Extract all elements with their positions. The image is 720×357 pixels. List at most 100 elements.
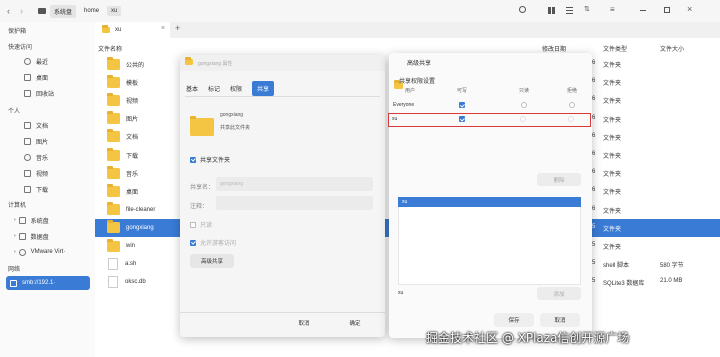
tab-xu[interactable]: xu xyxy=(95,22,170,38)
music-icon xyxy=(24,153,31,161)
back-button[interactable]: ‹ xyxy=(7,6,10,16)
user-list-item[interactable]: xu xyxy=(398,197,581,207)
minimize-icon[interactable] xyxy=(640,10,646,11)
sidebar-item-vmware[interactable]: › VMware Virt· xyxy=(0,245,94,259)
file-name: 下载 xyxy=(126,153,139,160)
permission-row-highlight[interactable]: xu xyxy=(388,113,591,127)
sidebar-item-smb[interactable]: smb://192.1· xyxy=(6,276,90,290)
write-checkbox[interactable] xyxy=(459,102,465,108)
sidebar-item-recent[interactable]: 最近 xyxy=(0,54,94,68)
write-checkbox[interactable] xyxy=(459,116,465,122)
permission-section-title: 共享权限设置 xyxy=(399,79,436,85)
grid-view-icon[interactable] xyxy=(548,7,555,14)
deny-radio[interactable] xyxy=(568,116,574,122)
breadcrumb-disk[interactable]: 系统盘 xyxy=(50,4,77,18)
sidebar-item-pictures[interactable]: 图片 xyxy=(0,134,94,148)
share-folder-checkbox[interactable]: 共享文件夹 xyxy=(190,155,230,164)
permission-header: 用户 可写 只读 拒绝 xyxy=(389,86,592,95)
column-header-size[interactable]: 文件大小 xyxy=(660,44,684,53)
save-button[interactable]: 保存 xyxy=(494,313,534,327)
folder-icon xyxy=(107,92,120,106)
properties-cancel-button[interactable]: 取消 xyxy=(279,317,329,329)
sidebar-item-documents[interactable]: 文档 xyxy=(0,118,94,132)
disk-icon xyxy=(18,232,26,240)
expand-arrow-icon[interactable]: › xyxy=(14,249,16,255)
tab-label: xu xyxy=(115,27,122,33)
checkbox-checked-icon xyxy=(190,239,196,246)
column-header-modified[interactable]: 修改日期 xyxy=(542,44,566,53)
file-modified: 6 xyxy=(592,60,596,66)
disk-icon xyxy=(38,8,46,14)
sidebar-item-data-disk[interactable]: › 数据盘 xyxy=(0,229,94,243)
sidebar-section-vault[interactable]: 保护箱 xyxy=(8,26,26,35)
sidebar-item-label: 最近 xyxy=(36,59,49,66)
sidebar-item-system-disk[interactable]: › 系统盘 xyxy=(0,213,94,227)
maximize-icon[interactable] xyxy=(664,7,670,13)
list-view-icon[interactable] xyxy=(566,7,573,14)
col-write: 可写 xyxy=(457,88,468,94)
properties-title: gongxiang 属性 xyxy=(198,61,233,67)
tab-tags[interactable]: 标记 xyxy=(208,84,220,93)
menu-icon[interactable]: ≡ xyxy=(610,5,615,14)
guest-access-checkbox[interactable]: 允许游客访问 xyxy=(190,238,236,247)
sidebar-item-trash[interactable]: 回收站 xyxy=(0,86,94,100)
delete-button[interactable]: 删除 xyxy=(537,173,581,186)
file-name: file-cleaner xyxy=(126,206,156,213)
file-modified: 6 xyxy=(592,96,596,103)
folder-icon xyxy=(107,202,120,216)
permission-row[interactable]: Everyone xyxy=(389,100,592,111)
tab-basic[interactable]: 基本 xyxy=(186,84,198,93)
folder-icon xyxy=(107,147,120,161)
search-icon[interactable] xyxy=(519,6,526,13)
sidebar-item-videos[interactable]: 视频 xyxy=(0,166,94,180)
add-tab-button[interactable]: + xyxy=(175,23,180,33)
column-header-type[interactable]: 文件类型 xyxy=(603,44,627,53)
add-button[interactable]: 添加 xyxy=(537,287,581,300)
read-radio[interactable] xyxy=(521,102,527,108)
tab-permissions[interactable]: 权限 xyxy=(230,84,242,93)
folder-icon xyxy=(107,56,120,70)
read-radio[interactable] xyxy=(520,116,526,122)
sidebar-item-music[interactable]: 音乐 xyxy=(0,150,94,164)
file-type: 文件夹 xyxy=(603,99,622,106)
readonly-checkbox[interactable]: 只读 xyxy=(190,220,212,229)
file-modified: 6 xyxy=(592,78,596,85)
share-name-input[interactable]: gongxiang xyxy=(216,177,373,191)
checkbox-label: 共享文件夹 xyxy=(200,158,231,164)
file-name: 文档 xyxy=(126,135,139,142)
properties-tab-divider xyxy=(185,96,380,97)
user-name: xu xyxy=(392,116,398,122)
file-name: 视频 xyxy=(126,98,139,105)
sidebar-item-desktop[interactable]: 桌面 xyxy=(0,70,94,84)
close-icon[interactable]: × xyxy=(687,4,692,14)
expand-arrow-icon[interactable]: › xyxy=(14,233,16,239)
tab-share[interactable]: 共享 xyxy=(252,81,275,96)
sort-icon[interactable]: ⇅ xyxy=(584,5,590,13)
file-icon xyxy=(108,276,118,289)
cancel-button[interactable]: 取消 xyxy=(540,313,580,327)
file-type: 文件夹 xyxy=(603,117,622,124)
folder-icon xyxy=(102,25,110,33)
sidebar-item-label: 图片 xyxy=(36,139,49,146)
tab-bar xyxy=(95,22,720,38)
user-input[interactable]: xu xyxy=(398,290,403,296)
forward-button[interactable]: › xyxy=(20,6,23,16)
sidebar-item-label: 桌面 xyxy=(36,75,49,82)
file-modified: 5 xyxy=(592,278,596,285)
comment-input[interactable] xyxy=(216,196,373,210)
sidebar-item-label: 系统盘 xyxy=(30,218,49,225)
folder-icon xyxy=(107,74,120,88)
sidebar-item-downloads[interactable]: 下载 xyxy=(0,182,94,196)
expand-arrow-icon[interactable]: › xyxy=(14,217,16,223)
breadcrumb-home[interactable]: home xyxy=(80,6,103,16)
column-header-name[interactable]: 文件名称 xyxy=(98,44,122,53)
breadcrumb-xu[interactable]: xu xyxy=(107,6,122,16)
tab-close-icon[interactable]: × xyxy=(161,25,165,32)
properties-ok-button[interactable]: 确定 xyxy=(330,317,380,329)
file-name: win xyxy=(126,243,136,249)
deny-radio[interactable] xyxy=(569,102,575,108)
file-type: 文件夹 xyxy=(603,208,622,215)
advanced-share-button[interactable]: 高级共享 xyxy=(190,254,234,268)
file-type: 文件夹 xyxy=(603,135,622,142)
document-icon xyxy=(24,121,31,129)
